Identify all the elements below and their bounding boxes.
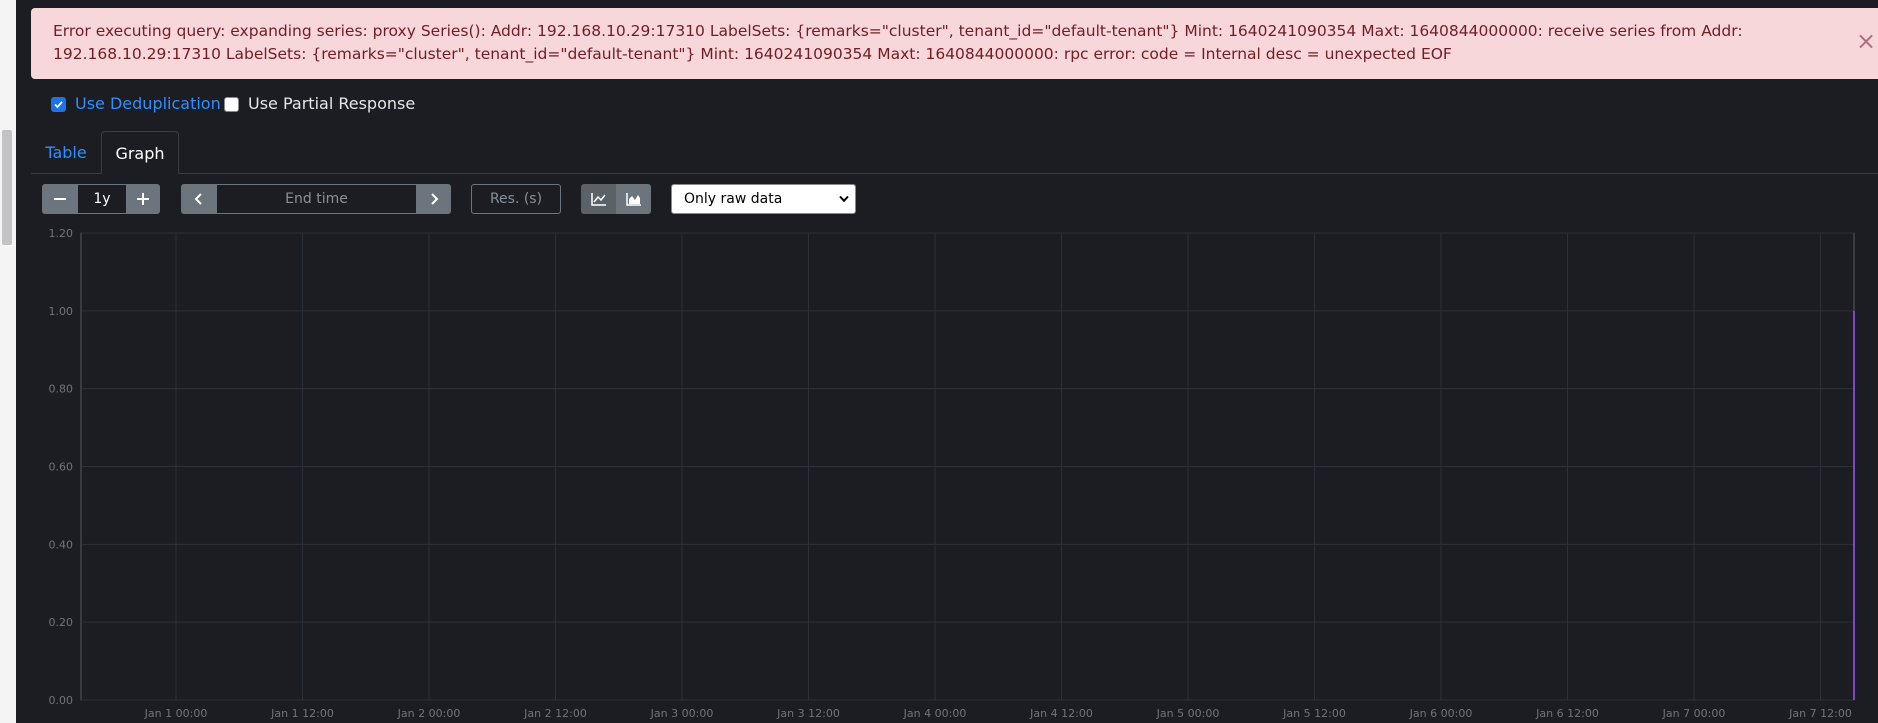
chevron-down-icon: [839, 185, 849, 213]
area-chart-icon: [625, 193, 641, 206]
y-tick-label: 0.20: [49, 616, 74, 629]
deduplication-label: Use Deduplication: [75, 94, 221, 113]
y-tick-label: 0.00: [49, 694, 74, 707]
range-input[interactable]: 1y: [78, 184, 126, 214]
next-time-button[interactable]: [416, 184, 451, 214]
x-tick-label: Jan 7 00:00: [1662, 707, 1726, 720]
close-icon[interactable]: ×: [1856, 26, 1878, 56]
line-chart-icon: [590, 193, 606, 206]
stacked-chart-button[interactable]: [616, 184, 651, 214]
increase-range-button[interactable]: [126, 184, 160, 214]
x-tick-label: Jan 1 12:00: [270, 707, 334, 720]
deduplication-option[interactable]: Use Deduplication: [51, 94, 221, 114]
x-tick-label: Jan 7 12:00: [1788, 707, 1852, 720]
x-tick-label: Jan 4 00:00: [903, 707, 967, 720]
x-tick-label: Jan 4 12:00: [1029, 707, 1093, 720]
x-tick-label: Jan 2 00:00: [397, 707, 461, 720]
x-tick-label: Jan 3 00:00: [650, 707, 714, 720]
x-tick-label: Jan 6 12:00: [1535, 707, 1599, 720]
end-time-input[interactable]: End time: [217, 184, 416, 214]
error-alert: Error executing query: expanding series:…: [31, 8, 1878, 79]
chevron-right-icon: [430, 193, 438, 205]
downsampling-select[interactable]: Only raw data: [671, 184, 856, 214]
tabs-divider: [31, 173, 1878, 174]
x-tick-label: Jan 6 00:00: [1409, 707, 1473, 720]
scrollbar-thumb[interactable]: [2, 130, 12, 245]
y-tick-label: 0.40: [49, 538, 74, 551]
decrease-range-button[interactable]: [42, 184, 78, 214]
y-tick-label: 0.60: [49, 461, 74, 474]
x-tick-label: Jan 5 12:00: [1282, 707, 1346, 720]
graph-chart: 0.00 0.20 0.40 0.60 0.80 1.00 1.20 Jan 1 00:00 J…: [49, 227, 1855, 720]
y-tick-label: 1.00: [49, 305, 74, 318]
error-message: Error executing query: expanding series:…: [53, 22, 1743, 63]
y-tick-label: 1.20: [49, 227, 74, 240]
tab-graph[interactable]: Graph: [101, 131, 179, 174]
resolution-input[interactable]: Res. (s): [471, 184, 561, 214]
x-tick-label: Jan 3 12:00: [776, 707, 840, 720]
tab-table[interactable]: Table: [36, 131, 96, 174]
x-tick-label: Jan 5 00:00: [1156, 707, 1220, 720]
deduplication-checkbox[interactable]: [51, 96, 66, 112]
page-edge: [0, 0, 16, 723]
partial-response-option[interactable]: Use Partial Response: [224, 94, 415, 114]
chevron-left-icon: [194, 193, 202, 205]
selected-option: Only raw data: [684, 191, 783, 207]
x-tick-label: Jan 2 12:00: [523, 707, 587, 720]
partial-response-checkbox[interactable]: [224, 96, 239, 112]
plus-icon: [137, 193, 149, 205]
minus-icon: [54, 198, 66, 200]
x-tick-label: Jan 1 00:00: [144, 707, 208, 720]
checkmark-icon: [54, 100, 63, 108]
line-chart-button[interactable]: [581, 184, 616, 214]
previous-time-button[interactable]: [181, 184, 217, 214]
y-tick-label: 0.80: [49, 383, 74, 396]
partial-response-label: Use Partial Response: [248, 94, 416, 113]
